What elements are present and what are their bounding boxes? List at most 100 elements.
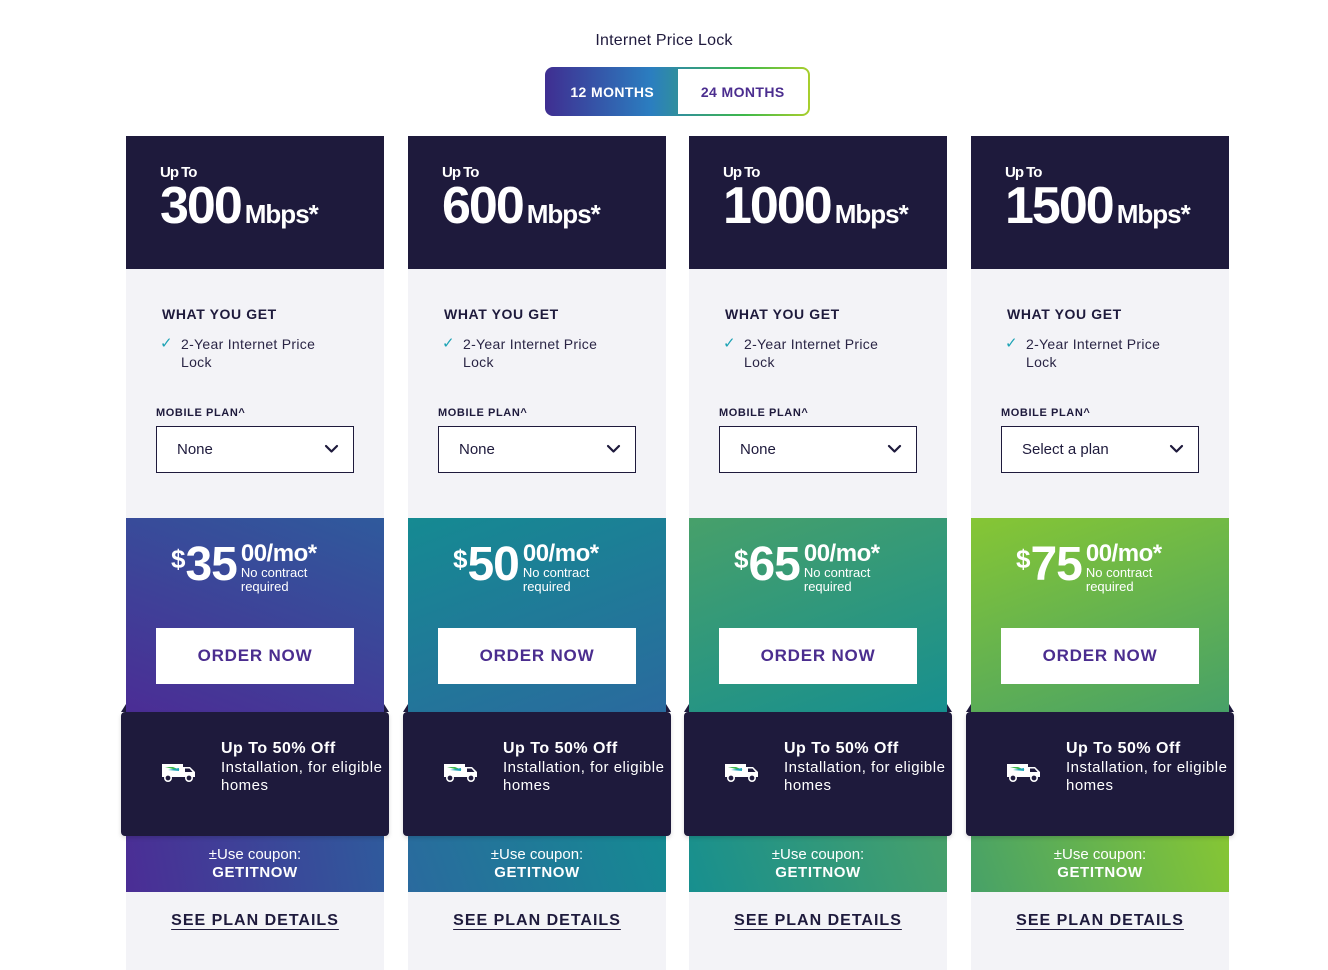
plan-card-1000: Up To 1000 Mbps* WHAT YOU GET ✓ 2-Year I… — [684, 136, 952, 970]
price-panel: $ 65 00/mo* No contract required ORDER N… — [689, 518, 947, 712]
coupon-label: ±Use coupon: — [771, 846, 865, 863]
install-promo-banner: Up To 50% Off Installation, for eligible… — [966, 712, 1234, 836]
promo-fold-left — [684, 704, 689, 712]
feature-text: 2-Year Internet Price Lock — [744, 336, 879, 370]
no-contract-note: No contract required — [522, 565, 590, 594]
plan-header: Up To 1500 Mbps* — [971, 136, 1229, 269]
check-icon: ✓ — [1005, 335, 1018, 352]
mobile-plan-label: MOBILE PLAN^ — [719, 407, 809, 419]
mobile-plan-label: MOBILE PLAN^ — [1001, 407, 1091, 419]
what-you-get-heading: WHAT YOU GET — [1007, 306, 1122, 322]
plan-price: $ 65 00/mo* No contract required — [734, 540, 890, 594]
feature-text: 2-Year Internet Price Lock — [181, 336, 316, 370]
price-currency: $ — [734, 544, 749, 574]
price-cents-per-month: 00/mo* — [803, 540, 880, 567]
see-plan-details-link[interactable]: SEE PLAN DETAILS — [734, 912, 902, 929]
install-van-icon — [1007, 764, 1040, 782]
chevron-down-icon — [1169, 444, 1184, 453]
price-currency: $ — [171, 544, 186, 574]
promo-text: Installation, for eligible homes — [1066, 758, 1228, 795]
check-icon: ✓ — [160, 335, 173, 352]
coupon-panel: ±Use coupon: GETITNOW — [689, 836, 947, 892]
promo-fold-right — [1229, 704, 1234, 712]
price-panel: $ 75 00/mo* No contract required ORDER N… — [971, 518, 1229, 712]
check-icon: ✓ — [442, 335, 455, 352]
no-contract-note: No contract required — [1085, 565, 1153, 594]
promo-title: Up To 50% Off — [221, 740, 336, 757]
install-van-icon — [162, 764, 195, 782]
feature-text: 2-Year Internet Price Lock — [1026, 336, 1161, 370]
coupon-code: GETITNOW — [1057, 864, 1143, 881]
what-you-get-heading: WHAT YOU GET — [725, 306, 840, 322]
coupon-label: ±Use coupon: — [208, 846, 302, 863]
promo-title: Up To 50% Off — [503, 740, 618, 757]
toggle-24-months[interactable]: 24 MONTHS — [677, 69, 808, 114]
no-contract-note: No contract required — [803, 565, 871, 594]
chevron-down-icon — [887, 444, 902, 453]
coupon-panel: ±Use coupon: GETITNOW — [971, 836, 1229, 892]
plan-card-1500: Up To 1500 Mbps* WHAT YOU GET ✓ 2-Year I… — [966, 136, 1234, 970]
mobile-plan-select[interactable]: None — [719, 426, 917, 473]
install-promo-banner: Up To 50% Off Installation, for eligible… — [403, 712, 671, 836]
price-currency: $ — [453, 544, 468, 574]
order-now-button[interactable]: ORDER NOW — [1001, 628, 1199, 684]
order-now-button[interactable]: ORDER NOW — [156, 628, 354, 684]
coupon-code: GETITNOW — [212, 864, 298, 881]
see-plan-details-link[interactable]: SEE PLAN DETAILS — [453, 912, 621, 929]
install-van-icon — [444, 764, 477, 782]
plan-card-300: Up To 300 Mbps* WHAT YOU GET ✓ 2-Year In… — [121, 136, 389, 970]
price-cents-per-month: 00/mo* — [1085, 540, 1162, 567]
toggle-12-months[interactable]: 12 MONTHS — [547, 69, 678, 114]
plan-card-600: Up To 600 Mbps* WHAT YOU GET ✓ 2-Year In… — [403, 136, 671, 970]
plan-details: SEE PLAN DETAILS — [689, 912, 947, 930]
coupon-label: ±Use coupon: — [1053, 846, 1147, 863]
promo-fold-left — [121, 704, 126, 712]
plan-details: SEE PLAN DETAILS — [971, 912, 1229, 930]
plan-price: $ 50 00/mo* No contract required — [453, 540, 609, 594]
see-plan-details-link[interactable]: SEE PLAN DETAILS — [171, 912, 339, 929]
page-title: Internet Price Lock — [595, 32, 733, 49]
feature-item: ✓ 2-Year Internet Price Lock — [1005, 335, 1195, 371]
plan-header: Up To 600 Mbps* — [408, 136, 666, 269]
plan-speed: 300 Mbps* — [160, 176, 319, 236]
plan-header: Up To 1000 Mbps* — [689, 136, 947, 269]
chevron-down-icon — [324, 444, 339, 453]
price-amount: 50 — [467, 538, 519, 591]
mobile-plan-value: None — [740, 441, 776, 458]
plan-speed: 600 Mbps* — [442, 176, 601, 236]
price-amount: 75 — [1030, 538, 1082, 591]
mobile-plan-value: None — [459, 441, 495, 458]
mobile-plan-select[interactable]: None — [438, 426, 636, 473]
promo-fold-left — [403, 704, 408, 712]
plan-header: Up To 300 Mbps* — [126, 136, 384, 269]
promo-fold-right — [947, 704, 952, 712]
price-lock-toggle[interactable]: 12 MONTHS 24 MONTHS — [545, 67, 810, 116]
plan-speed: 1500 Mbps* — [1005, 176, 1191, 236]
feature-item: ✓ 2-Year Internet Price Lock — [723, 335, 913, 371]
price-cents-per-month: 00/mo* — [522, 540, 599, 567]
mobile-plan-select[interactable]: None — [156, 426, 354, 473]
mobile-plan-label: MOBILE PLAN^ — [156, 407, 246, 419]
plan-speed-unit: Mbps* — [526, 199, 601, 229]
mobile-plan-value: None — [177, 441, 213, 458]
order-now-button[interactable]: ORDER NOW — [438, 628, 636, 684]
promo-title: Up To 50% Off — [784, 740, 899, 757]
install-promo-banner: Up To 50% Off Installation, for eligible… — [684, 712, 952, 836]
plan-speed-number: 600 — [442, 177, 525, 235]
no-contract-note: No contract required — [240, 565, 308, 594]
mobile-plan-select[interactable]: Select a plan — [1001, 426, 1199, 473]
feature-item: ✓ 2-Year Internet Price Lock — [442, 335, 632, 371]
feature-item: ✓ 2-Year Internet Price Lock — [160, 335, 350, 371]
plan-details: SEE PLAN DETAILS — [126, 912, 384, 930]
promo-title: Up To 50% Off — [1066, 740, 1181, 757]
price-amount: 35 — [185, 538, 237, 591]
plan-speed-unit: Mbps* — [244, 199, 319, 229]
promo-text: Installation, for eligible homes — [784, 758, 946, 795]
order-now-button[interactable]: ORDER NOW — [719, 628, 917, 684]
mobile-plan-value: Select a plan — [1022, 441, 1109, 458]
see-plan-details-link[interactable]: SEE PLAN DETAILS — [1016, 912, 1184, 929]
what-you-get-heading: WHAT YOU GET — [444, 306, 559, 322]
plan-speed-number: 1000 — [723, 177, 833, 235]
mobile-plan-label: MOBILE PLAN^ — [438, 407, 528, 419]
promo-fold-left — [966, 704, 971, 712]
